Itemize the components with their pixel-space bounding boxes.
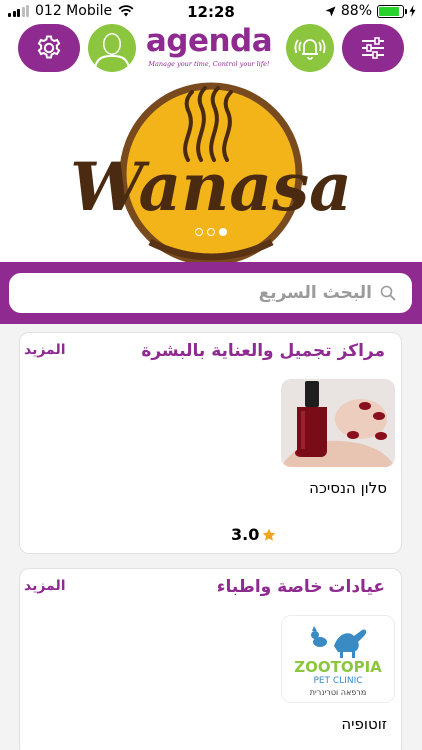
app-header: agenda Manage your time, Control your li… (0, 24, 422, 78)
business-image (281, 379, 395, 467)
agenda-logo: agenda Manage your time, Control your li… (142, 24, 276, 74)
carousel-dot[interactable] (207, 228, 215, 236)
section-title: عيادات خاصة واطباء (216, 577, 385, 597)
more-link[interactable]: المزيد (24, 578, 66, 594)
sliders-icon (362, 37, 384, 59)
more-link[interactable]: المزيد (24, 342, 66, 358)
search-band: البحث السريع (0, 262, 422, 324)
logo-tagline: Manage your time, Control your life! (148, 60, 270, 68)
status-bar: 012 Mobile 12:28 88% (0, 0, 422, 24)
business-card[interactable]: סלון הנסיכה 3.0 (231, 379, 395, 544)
carousel-dot-active[interactable] (219, 228, 227, 236)
zootopia-logo-word: ZOOTOPIA (294, 658, 382, 676)
star-icon (263, 528, 276, 541)
rating: 3.0 (231, 525, 276, 544)
business-name: זוטופיה (341, 715, 387, 733)
charging-bolt-icon (409, 5, 416, 17)
battery-icon (377, 4, 407, 18)
category-section: مراكز تجميل والعناية بالبشرة المزيد סלון… (19, 332, 402, 554)
battery-percent: 88% (340, 3, 372, 19)
user-silhouette-icon (89, 25, 135, 71)
zootopia-logo-hebrew: מרפאה וטרינרית (310, 688, 367, 697)
zootopia-logo: ZOOTOPIA PET CLINIC מרפאה וטרינרית (282, 616, 394, 702)
status-right: 88% (325, 3, 416, 19)
avatar[interactable] (88, 24, 136, 72)
filter-menu-button[interactable] (342, 24, 404, 72)
settings-button[interactable] (18, 24, 80, 72)
rating-value: 3.0 (231, 525, 260, 544)
notifications-button[interactable] (286, 24, 334, 72)
search-placeholder: البحث السريع (258, 283, 372, 303)
content-list: مراكز تجميل والعناية بالبشرة المزيد סלון… (0, 324, 422, 750)
zootopia-logo-sub: PET CLINIC (313, 676, 362, 686)
gear-icon (37, 35, 61, 59)
search-icon (380, 285, 396, 301)
location-arrow-icon (325, 6, 336, 16)
search-input[interactable]: البحث السريع (9, 273, 412, 313)
nail-polish-photo (281, 379, 395, 467)
category-section: عيادات خاصة واطباء المزيد ZOOTOPIA PET C… (19, 568, 402, 750)
section-title: مراكز تجميل والعناية بالبشرة (141, 341, 385, 361)
battery-fill (379, 6, 400, 16)
business-name: סלון הנסיכה (309, 479, 387, 497)
ringing-bell-icon (294, 39, 326, 60)
carousel-dot[interactable] (195, 228, 203, 236)
carousel-dots[interactable] (0, 228, 422, 236)
banner-brand-text: Wanasa (70, 148, 352, 226)
logo-word: agenda (145, 23, 273, 59)
business-card[interactable]: ZOOTOPIA PET CLINIC מרפאה וטרינרית זוטופ… (281, 615, 395, 733)
business-image: ZOOTOPIA PET CLINIC מרפאה וטרינרית (281, 615, 395, 703)
